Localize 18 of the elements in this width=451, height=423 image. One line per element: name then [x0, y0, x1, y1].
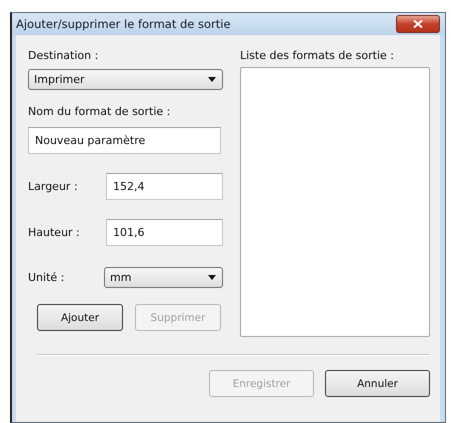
input-field[interactable]: 101,6 — [106, 219, 223, 246]
close-icon — [413, 20, 423, 28]
destination-dropdown[interactable]: Imprimer — [28, 69, 223, 90]
close-button[interactable] — [396, 15, 440, 33]
field-label: Hauteur : — [28, 226, 80, 240]
field-label: Nom du format de sortie : — [28, 105, 172, 119]
dialog-button[interactable]: Ajouter — [37, 304, 123, 331]
unit-dropdown[interactable]: mm — [104, 267, 223, 288]
field-label: Largeur : — [28, 180, 78, 194]
dropdown-caret-icon — [208, 275, 216, 280]
field-label: Destination : — [28, 49, 100, 63]
list-label: Liste des formats de sortie : — [240, 49, 395, 63]
window-title: Ajouter/supprimer le format de sortie — [16, 17, 231, 31]
dropdown-caret-icon — [208, 77, 216, 82]
dialog-button[interactable]: Annuler — [325, 370, 430, 397]
field-label: Unité : — [28, 270, 64, 284]
input-field[interactable]: 152,4 — [106, 173, 223, 200]
input-field[interactable]: Nouveau paramètre — [28, 127, 221, 154]
